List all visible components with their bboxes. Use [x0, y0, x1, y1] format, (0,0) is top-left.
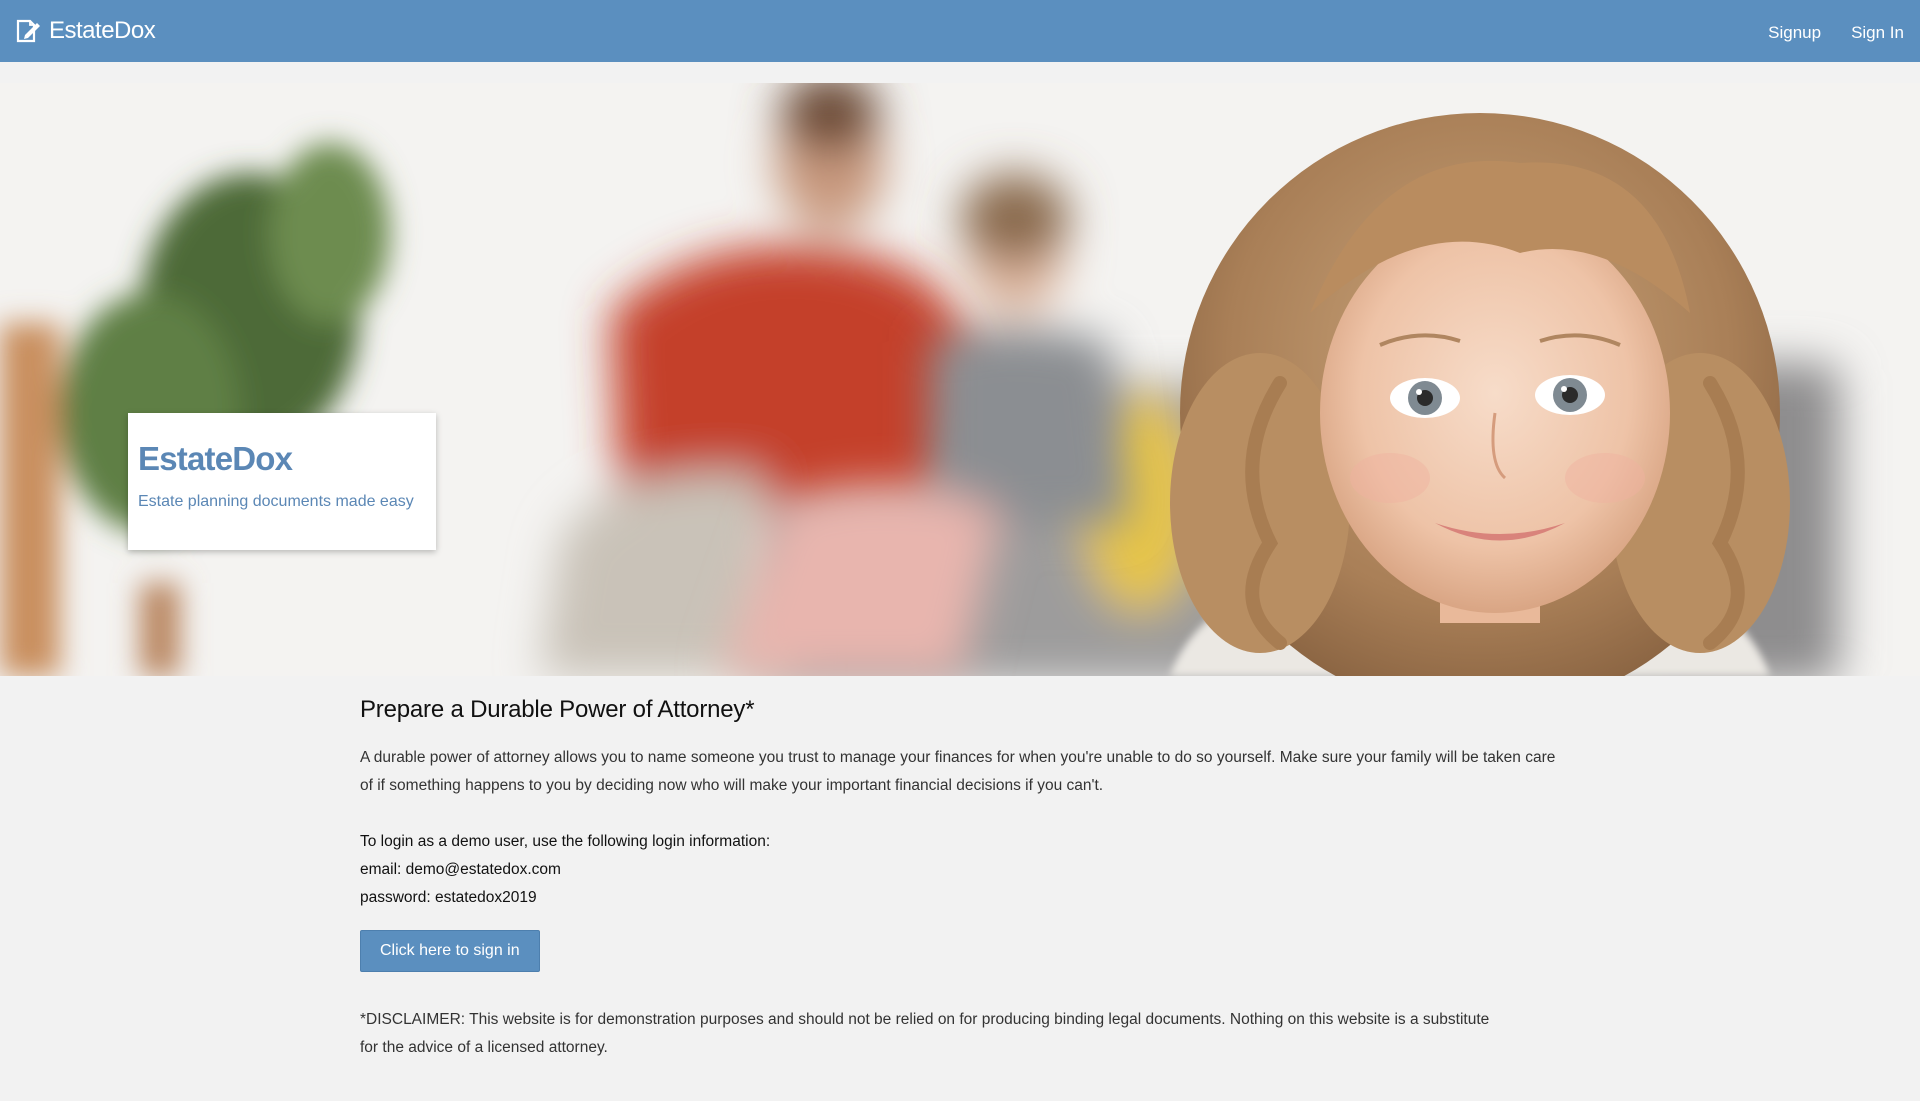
hero-card-tagline: Estate planning documents made easy — [138, 493, 414, 510]
page-title: Prepare a Durable Power of Attorney* — [360, 696, 755, 723]
top-navbar: EstateDox Signup Sign In — [0, 0, 1920, 62]
hero-card: EstateDox Estate planning documents made… — [128, 413, 436, 550]
hero-photo-illustration — [0, 83, 1920, 676]
signup-link[interactable]: Signup — [1768, 19, 1821, 43]
disclaimer-text: *DISCLAIMER: This website is for demonst… — [360, 1011, 1490, 1056]
signin-link[interactable]: Sign In — [1851, 19, 1904, 43]
demo-password: password: estatedox2019 — [360, 889, 537, 906]
demo-email: email: demo@estatedox.com — [360, 861, 561, 878]
brand-name: EstateDox — [49, 17, 156, 44]
document-edit-icon — [15, 18, 43, 44]
nav-links: Signup Sign In — [1768, 19, 1905, 43]
click-to-sign-in-button[interactable]: Click here to sign in — [360, 930, 540, 972]
hero-image: EstateDox Estate planning documents made… — [0, 83, 1920, 676]
intro-paragraph: A durable power of attorney allows you t… — [360, 749, 1556, 794]
demo-login-info: To login as a demo user, use the followi… — [360, 828, 1560, 912]
demo-instructions: To login as a demo user, use the followi… — [360, 833, 771, 850]
brand-link[interactable]: EstateDox — [15, 17, 156, 45]
hero-card-title: EstateDox — [138, 440, 293, 477]
main-content: Prepare a Durable Power of Attorney* A d… — [360, 696, 1560, 1062]
